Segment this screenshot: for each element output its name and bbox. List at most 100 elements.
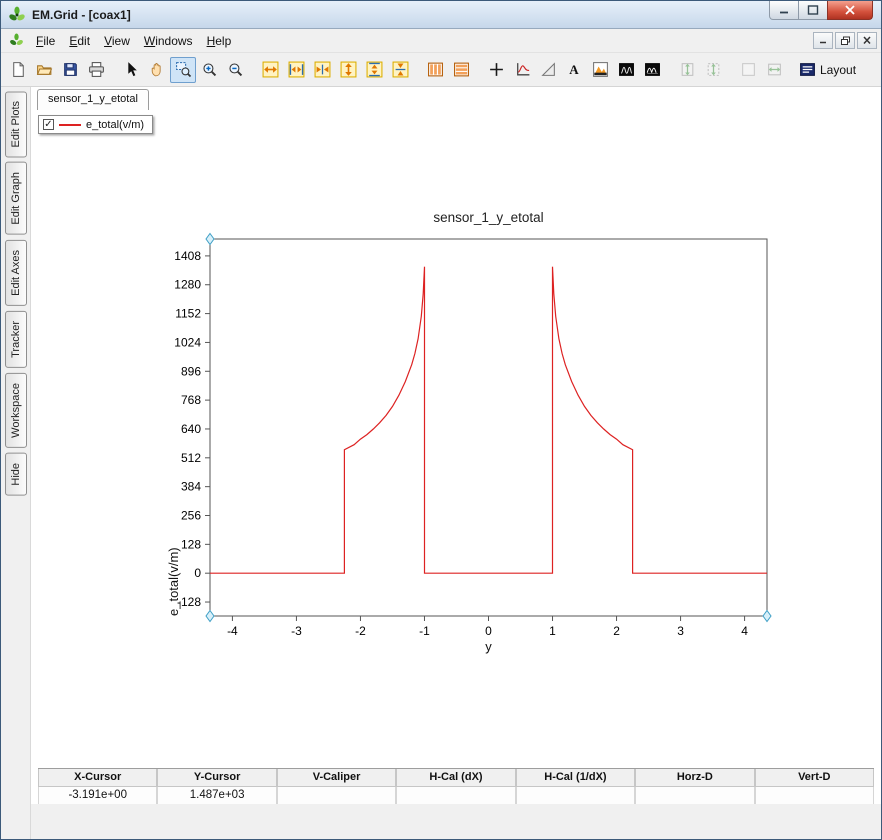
chart-canvas[interactable]: -128012825638451264076889610241152128014…	[150, 196, 830, 676]
y-tick-label: 512	[181, 451, 201, 465]
y-tick-label: 768	[181, 393, 201, 407]
status-header-vert-d: Vert-D	[754, 769, 874, 787]
sidebar-tabstrip: Edit Plots Edit Graph Edit Axes Tracker …	[1, 87, 31, 839]
menu-windows[interactable]: Windows	[137, 31, 200, 51]
menu-view[interactable]: View	[97, 31, 137, 51]
expand-x-icon[interactable]	[257, 57, 283, 83]
status-header-h-cal-1dx: H-Cal (1/dX)	[515, 769, 636, 787]
plot-page: sensor_1_y_etotal ✓ e_total(v/m) sensor_…	[31, 87, 881, 839]
y-tick-label: 128	[181, 537, 201, 551]
chart-area[interactable]: sensor_1_y_etotal e_total(v/m) y -128 0 12…	[150, 196, 830, 676]
status-header-horz-d: Horz-D	[635, 769, 755, 787]
shrink-x-icon[interactable]	[309, 57, 335, 83]
x-tick-label: -3	[291, 624, 302, 638]
zoom-in-icon[interactable]	[196, 57, 222, 83]
spectrogram-dark-icon-1[interactable]	[613, 57, 639, 83]
menu-edit[interactable]: Edit	[62, 31, 97, 51]
fit-frame-vertical-alt-icon	[700, 57, 726, 83]
fit-x-icon[interactable]	[283, 57, 309, 83]
child-window-icon[interactable]	[7, 32, 25, 50]
x-tick-label: -2	[355, 624, 366, 638]
sidebar-tab-edit-axes[interactable]: Edit Axes	[4, 240, 27, 306]
save-icon[interactable]	[57, 57, 83, 83]
fit-frame-horizontal-icon	[761, 57, 787, 83]
empty-frame-icon	[735, 57, 761, 83]
y-tick-label: -128	[177, 595, 201, 609]
split-rows-icon[interactable]	[448, 57, 474, 83]
status-header-v-caliper: V-Caliper	[276, 769, 397, 787]
x-tick-label: -1	[419, 624, 430, 638]
expand-y-icon[interactable]	[335, 57, 361, 83]
layout-icon	[800, 63, 815, 76]
print-icon[interactable]	[83, 57, 109, 83]
sidebar-tab-edit-graph[interactable]: Edit Graph	[4, 162, 27, 236]
status-value-horz-d	[635, 787, 755, 805]
status-header-x-cursor: X-Cursor	[38, 769, 158, 787]
layout-button[interactable]: Layout	[798, 57, 872, 83]
new-file-icon[interactable]	[5, 57, 31, 83]
status-value-h-cal-1dx	[515, 787, 636, 805]
waterfall-view-icon[interactable]	[587, 57, 613, 83]
maximize-button[interactable]	[799, 1, 827, 20]
sidebar-tab-edit-plots[interactable]: Edit Plots	[4, 91, 27, 158]
menu-help[interactable]: Help	[200, 31, 239, 51]
text-annotation-icon[interactable]: A	[561, 57, 587, 83]
y-tick-label: 1280	[174, 278, 201, 292]
spectrogram-dark-icon-2[interactable]	[639, 57, 665, 83]
zoom-out-icon[interactable]	[222, 57, 248, 83]
y-tick-label: 0	[194, 566, 201, 580]
status-header-y-cursor: Y-Cursor	[157, 769, 277, 787]
zoom-window-icon[interactable]	[170, 56, 196, 83]
shrink-y-icon[interactable]	[387, 57, 413, 83]
toolbar: A Layout	[1, 53, 881, 87]
plot-frame[interactable]	[209, 238, 768, 617]
document-tab[interactable]: sensor_1_y_etotal	[37, 89, 149, 110]
x-tick-label: 1	[549, 624, 556, 638]
pan-hand-icon[interactable]	[144, 57, 170, 83]
app-window: EM.Grid - [coax1] File Edit View Windows	[0, 0, 882, 840]
sidebar-tab-hide[interactable]: Hide	[4, 452, 27, 496]
menu-file[interactable]: File	[29, 31, 62, 51]
x-tick-label: -4	[227, 624, 238, 638]
x-tick-label: 4	[741, 624, 748, 638]
y-tick-label: 640	[181, 422, 201, 436]
x-tick-label: 0	[485, 624, 492, 638]
title-bar[interactable]: EM.Grid - [coax1]	[1, 1, 881, 29]
minimize-button[interactable]	[769, 1, 799, 20]
open-folder-icon[interactable]	[31, 57, 57, 83]
status-value-h-cal-dx	[396, 787, 516, 805]
y-tick-label: 1408	[174, 249, 201, 263]
status-value-y-cursor: 1.487e+03	[157, 787, 277, 805]
x-tick-label: 2	[613, 624, 620, 638]
legend-checkbox[interactable]: ✓	[43, 119, 54, 130]
sidebar-tab-tracker[interactable]: Tracker	[4, 310, 27, 368]
y-tick-label: 1152	[175, 307, 201, 321]
select-arrow-icon[interactable]	[118, 57, 144, 83]
child-minimize-button[interactable]	[813, 32, 833, 49]
legend-label: e_total(v/m)	[86, 118, 145, 131]
child-restore-button[interactable]	[835, 32, 855, 49]
fit-y-icon[interactable]	[361, 57, 387, 83]
sidebar-tab-workspace[interactable]: Workspace	[4, 372, 27, 448]
legend-box[interactable]: ✓ e_total(v/m)	[38, 115, 154, 134]
slope-caliper-icon[interactable]	[535, 57, 561, 83]
x-tick-label: 3	[677, 624, 684, 638]
child-close-button[interactable]	[857, 32, 877, 49]
layout-button-label: Layout	[820, 62, 857, 77]
crosshair-icon[interactable]	[483, 57, 509, 83]
tracker-status-table: X-Cursor Y-Cursor V-Caliper H-Cal (dX) H…	[38, 768, 874, 805]
y-tick-label: 256	[181, 508, 201, 522]
status-value-v-caliper	[276, 787, 397, 805]
bottom-strip	[31, 804, 881, 839]
menu-bar: File Edit View Windows Help	[1, 29, 881, 53]
split-columns-icon[interactable]	[422, 57, 448, 83]
y-tick-label: 896	[181, 364, 201, 378]
app-logo-icon[interactable]	[7, 5, 27, 25]
y-tick-label: 1024	[174, 335, 201, 349]
y-tick-label: 384	[181, 480, 201, 494]
legend-line	[59, 123, 81, 126]
graph-axes-icon[interactable]	[509, 57, 535, 83]
status-value-vert-d	[754, 787, 874, 805]
close-button[interactable]	[827, 1, 873, 20]
window-title: EM.Grid - [coax1]	[32, 7, 131, 22]
